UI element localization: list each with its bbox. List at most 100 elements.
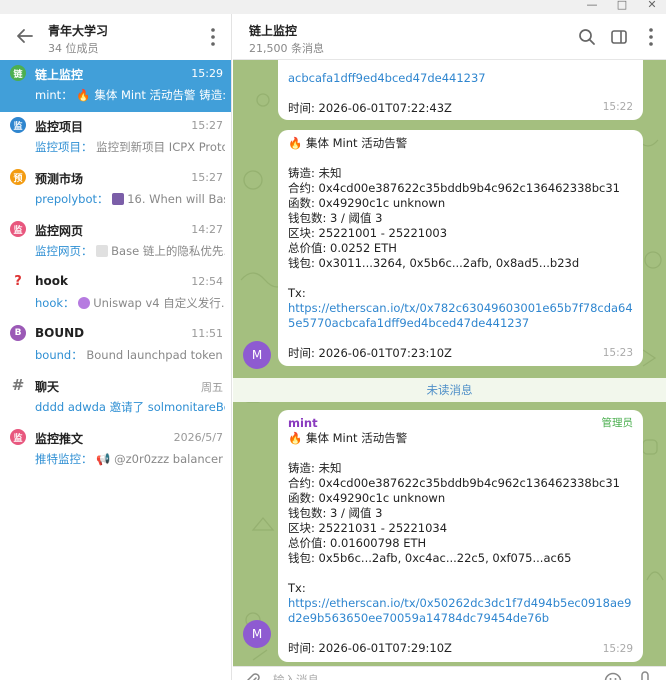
message-time: 15:22 [602,101,633,113]
message-area[interactable]: acbcafa1dff9ed4bced47de441237 时间: 2026-0… [233,60,666,666]
chat-preview: mint： 🔥 集体 Mint 活动告警 铸造: 未知 [35,87,225,103]
hashtag-icon: # [10,376,26,394]
chat-list-pane: 青年大学习 34 位成员 链 链上监控 15:29 mint： 🔥 集体 Min… [0,14,232,680]
tx-label: Tx: [288,286,306,300]
function-line: 函数: 0x49290c1c unknown [288,196,446,210]
chat-preview-text: 16. When will Bas… [127,192,225,206]
chat-time: 15:27 [191,171,223,184]
link-preview-icon [96,245,109,257]
message-count: 21,500 条消息 [249,42,324,55]
chat-preview-sender: bound： [35,348,83,362]
message-line [288,151,633,166]
tx-link[interactable]: acbcafa1dff9ed4bced47de441237 [288,71,486,85]
chat-time: 周五 [201,381,223,394]
message-line [288,86,633,101]
maximize-icon[interactable]: □ [616,0,628,12]
contract-line: 合约: 0x4cd00e387622c35bddb9b4c962c1364623… [288,181,620,195]
chat-item-链上监控[interactable]: 链 链上监控 15:29 mint： 🔥 集体 Mint 活动告警 铸造: 未知 [0,60,231,112]
message-link-line: acbcafa1dff9ed4bced47de441237 [288,71,633,86]
chat-name: 监控网页 [35,224,84,238]
sidebar-toggle-icon[interactable] [610,28,628,46]
chat-time: 15:27 [191,119,223,132]
chat-avatar: 监 [10,221,26,237]
mint-status: 铸造: 未知 [288,461,342,475]
tx-link[interactable]: https://etherscan.io/tx/0x50262dc3dc1f7d… [288,596,631,625]
back-arrow-icon[interactable] [15,26,35,46]
chat-preview-sender: hook： [35,296,75,310]
chat-name: BOUND [35,326,85,340]
chat-preview: 监控网页： Base 链上的隐私优先… [35,243,225,259]
message-line [288,331,633,346]
chat-name: 链上监控 [35,68,84,82]
chat-preview: dddd adwda 邀请了 solmonitareBot [35,399,225,415]
chat-preview-sender: 推特监控： [35,452,93,466]
message-input[interactable] [273,671,593,680]
chat-item-BOUND[interactable]: B BOUND 11:51 bound： Bound launchpad tok… [0,320,231,372]
chat-time: 12:54 [191,275,223,288]
message-line [288,566,633,581]
chat-time: 15:29 [191,67,223,80]
message-bubble[interactable]: 🔥 集体 Mint 活动告警 铸造: 未知 合约: 0x4cd00e387622… [278,130,643,366]
block-range-line: 区块: 25221031 - 25221034 [288,521,448,535]
chat-time: 2026/5/7 [173,431,223,444]
chat-item-监控项目[interactable]: 监 监控项目 15:27 监控项目： 监控到新项目 ICPX Proto… [0,112,231,164]
chat-preview: bound： Bound launchpad token li… [35,347,225,363]
tx-link-wrap: https://etherscan.io/tx/0x50262dc3dc1f7d… [288,596,633,626]
message-line [288,626,633,641]
wallet-count-line: 钱包数: 3 / 阈值 3 [288,211,383,225]
message-time: 15:29 [602,643,633,655]
chat-item-hook[interactable]: ? hook 12:54 hook： Uniswap v4 自定义发行… [0,268,231,320]
channel-title[interactable]: 链上监控 [249,22,297,39]
group-title: 青年大学习 [48,24,109,38]
sender-avatar[interactable]: M [243,341,271,369]
chat-time: 11:51 [191,327,223,340]
alert-title: 🔥 集体 Mint 活动告警 [288,136,408,150]
chat-preview: prepolybot： 16. When will Bas… [35,191,225,207]
block-range-line: 区块: 25221001 - 25221003 [288,226,448,240]
chat-preview-text: 监控到新项目 ICPX Proto… [96,140,225,154]
search-icon[interactable] [578,28,596,46]
group-header: 青年大学习 34 位成员 [0,14,231,60]
chat-preview: 推特监控： 📢 @z0r0zzz balancer … [35,451,225,467]
chat-item-监控推文[interactable]: 监 监控推文 2026/5/7 推特监控： 📢 @z0r0zzz balance… [0,424,231,476]
close-icon[interactable]: ✕ [646,0,658,12]
function-line: 函数: 0x49290c1c unknown [288,491,446,505]
chat-preview-text: 📢 @z0r0zzz balancer … [96,452,225,466]
sender-avatar[interactable]: M [243,620,271,648]
message-timestamp-line: 时间: 2026-06-01T07:23:10Z [288,346,452,360]
chat-preview-text: dddd adwda 邀请了 solmonitareBot [35,400,225,414]
message-line [288,271,633,286]
chat-preview-text: Uniswap v4 自定义发行… [93,296,225,310]
minimize-icon[interactable]: — [586,0,598,12]
chat-item-聊天[interactable]: # 聊天 周五 dddd adwda 邀请了 solmonitareBot [0,372,231,424]
chat-avatar: 监 [10,429,26,445]
chat-name: 监控推文 [35,432,84,446]
chat-preview-text: Bound launchpad token li… [86,348,225,362]
more-options-icon[interactable] [211,28,215,46]
group-member-count: 34 位成员 [48,42,99,55]
message-timestamp-line: 时间: 2026-06-01T07:22:43Z [288,101,452,115]
chat-preview-sender: mint： [35,88,73,102]
chat-preview-sender: 监控网页： [35,244,93,258]
emoji-icon[interactable] [604,672,622,680]
chat-preview: hook： Uniswap v4 自定义发行… [35,295,225,311]
conversation-pane: 链上监控 21,500 条消息 acbcafa1dff9ed4bced47de4… [233,14,666,680]
chat-item-监控网页[interactable]: 监 监控网页 14:27 监控网页： Base 链上的隐私优先… [0,216,231,268]
message-timestamp-line: 时间: 2026-06-01T07:29:10Z [288,641,452,655]
microphone-icon[interactable] [636,671,654,680]
mint-status: 铸造: 未知 [288,166,342,180]
message-bubble[interactable]: mint 管理员 🔥 集体 Mint 活动告警 铸造: 未知 合约: 0x4cd… [278,410,643,662]
message-line [288,446,633,461]
tx-link[interactable]: https://etherscan.io/tx/0x782c6304960300… [288,301,633,330]
message-sender-name[interactable]: mint [288,416,633,431]
wallets-line: 钱包: 0x5b6c...2afb, 0xc4ac...22c5, 0xf075… [288,551,572,565]
more-options-icon[interactable] [648,28,654,46]
message-line [288,60,633,71]
chat-avatar: 监 [10,117,26,133]
tx-link-wrap: https://etherscan.io/tx/0x782c6304960300… [288,301,633,331]
chat-avatar: 预 [10,169,26,185]
chat-item-预测市场[interactable]: 预 预测市场 15:27 prepolybot： 16. When will B… [0,164,231,216]
message-bubble[interactable]: acbcafa1dff9ed4bced47de441237 时间: 2026-0… [278,60,643,120]
unread-messages-divider: 未读消息 [233,378,666,402]
paperclip-icon[interactable] [243,672,261,680]
